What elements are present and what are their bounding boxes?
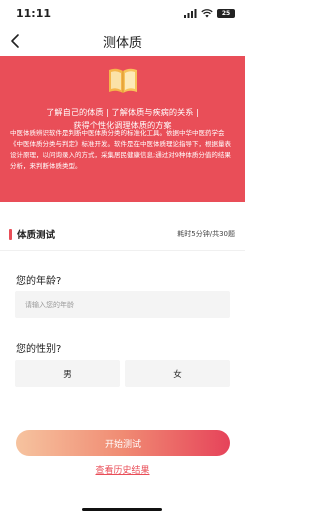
gender-female-option[interactable]: 女 <box>125 360 230 387</box>
status-time: 11:11 <box>16 6 52 20</box>
gender-male-option[interactable]: 男 <box>15 360 120 387</box>
start-test-button[interactable]: 开始测试 <box>16 430 230 456</box>
section-title-group: 体质测试 <box>9 227 55 241</box>
battery-level: 25 <box>221 9 231 17</box>
intro-description: 中医体质辨识软件是判断中医体质分类的标准化工具。依据中华中医药学会《中医体质分类… <box>10 129 231 170</box>
book-icon <box>109 68 137 93</box>
gender-female-label: 女 <box>173 369 182 380</box>
back-arrow-icon[interactable] <box>8 33 24 49</box>
gender-question: 您的性别? <box>16 344 62 355</box>
gender-male-label: 男 <box>63 369 72 380</box>
age-input-placeholder: 请输入您的年龄 <box>25 300 74 309</box>
home-indicator <box>82 508 162 511</box>
start-test-label: 开始测试 <box>104 439 141 450</box>
signal-icon <box>184 8 197 18</box>
test-section-header: 体质测试 耗时5分钟/共30题 <box>0 224 245 244</box>
test-duration-info: 耗时5分钟/共30题 <box>177 230 235 238</box>
intro-banner: 了解自己的体质 | 了解体质与疾病的关系 | 获得个性化调理体质的方案 中医体质… <box>0 56 245 202</box>
age-question: 您的年龄? <box>16 276 62 287</box>
nav-bar: 测体质 <box>0 26 245 56</box>
section-divider <box>0 250 245 251</box>
age-input[interactable]: 请输入您的年龄 <box>15 291 230 318</box>
section-title: 体质测试 <box>17 230 56 241</box>
wifi-icon <box>201 8 213 17</box>
battery-icon: 25 <box>217 8 235 18</box>
intro-headline-1: 了解自己的体质 | 了解体质与疾病的关系 | <box>46 107 199 117</box>
status-bar: 11:11 25 <box>0 0 245 26</box>
section-accent-bar <box>9 228 12 240</box>
view-history-link[interactable]: 查看历史结果 <box>0 463 245 476</box>
page-title: 测体质 <box>102 35 142 51</box>
status-icons: 25 <box>184 8 235 18</box>
